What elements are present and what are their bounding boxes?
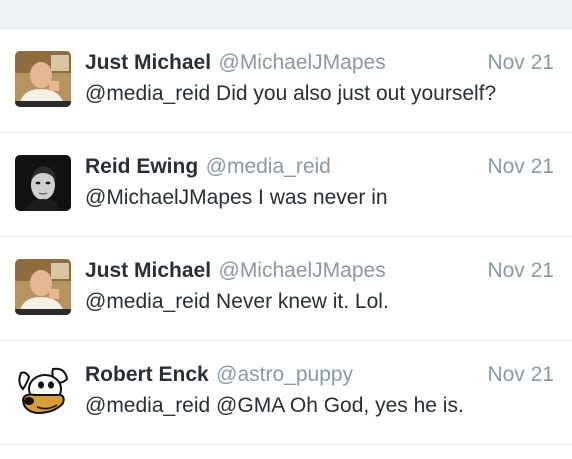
author-handle[interactable]: @astro_puppy	[216, 363, 353, 386]
avatar-photo-icon	[15, 51, 71, 107]
avatar[interactable]	[15, 155, 71, 211]
avatar[interactable]	[15, 51, 71, 107]
avatar-photo-icon	[15, 259, 71, 315]
tweet-text: @media_reid @GMA Oh God, yes he is.	[85, 394, 464, 417]
tweet-text: @media_reid Never knew it. Lol.	[85, 290, 389, 313]
author-name[interactable]: Just Michael	[85, 259, 211, 282]
author-name[interactable]: Reid Ewing	[85, 155, 198, 178]
author-handle[interactable]: @MichaelJMapes	[219, 51, 386, 74]
author-handle[interactable]: @MichaelJMapes	[219, 259, 386, 282]
tweet-date[interactable]: Nov 21	[487, 363, 554, 387]
tweet-item[interactable]: Robert Enck @astro_puppy Nov 21 @media_r…	[0, 341, 572, 445]
avatar-photo-icon	[15, 155, 71, 211]
avatar[interactable]	[15, 259, 71, 315]
author-handle[interactable]: @media_reid	[206, 155, 331, 178]
tweet-text: @media_reid Did you also just out yourse…	[85, 82, 497, 105]
next-tweet-peek	[0, 445, 572, 459]
tweet-item[interactable]: Just Michael @MichaelJMapes Nov 21 @medi…	[0, 29, 572, 133]
cartoon-dog-icon	[15, 363, 71, 419]
top-strip	[0, 0, 572, 29]
tweet-header: Just Michael @MichaelJMapes Nov 21	[85, 259, 554, 287]
author-name[interactable]: Robert Enck	[85, 363, 209, 386]
tweet-feed[interactable]: Just Michael @MichaelJMapes Nov 21 @medi…	[0, 29, 572, 459]
tweet-header: Just Michael @MichaelJMapes Nov 21	[85, 51, 554, 79]
tweet-item[interactable]: Just Michael @MichaelJMapes Nov 21 @medi…	[0, 237, 572, 341]
tweet-item[interactable]: Reid Ewing @media_reid Nov 21 @MichaelJM…	[0, 133, 572, 237]
tweet-date[interactable]: Nov 21	[487, 155, 554, 179]
avatar[interactable]	[15, 363, 71, 419]
tweet-header: Reid Ewing @media_reid Nov 21	[85, 155, 554, 183]
tweet-date[interactable]: Nov 21	[487, 51, 554, 75]
author-name[interactable]: Just Michael	[85, 51, 211, 74]
tweet-date[interactable]: Nov 21	[487, 259, 554, 283]
tweet-header: Robert Enck @astro_puppy Nov 21	[85, 363, 554, 391]
tweet-text: @MichaelJMapes I was never in	[85, 186, 388, 209]
